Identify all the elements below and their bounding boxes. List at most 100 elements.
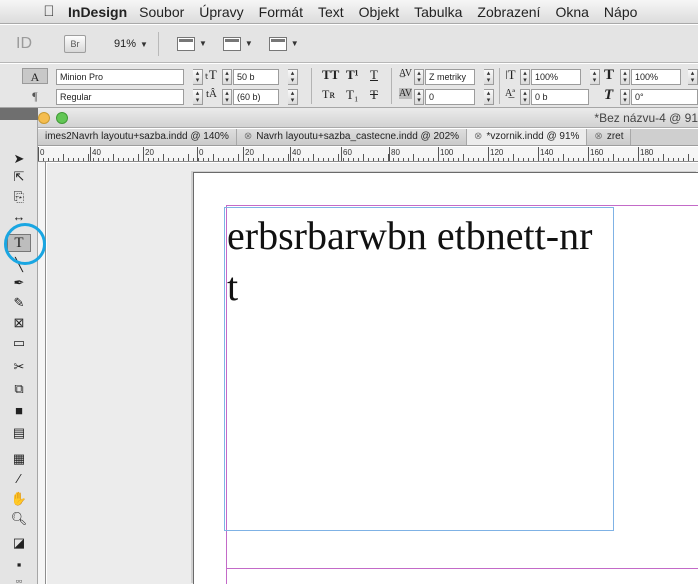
ruler-minor-tick xyxy=(308,158,309,161)
minimize-window-button[interactable] xyxy=(38,112,50,124)
font-family-field[interactable]: Minion Pro xyxy=(56,69,184,85)
apple-menu-icon[interactable]:  xyxy=(34,3,64,20)
baseline-shift-field[interactable]: 0 b xyxy=(531,89,589,105)
zoom-tool-icon[interactable]: 🔍︎ xyxy=(7,510,31,528)
baseline-shift-stepper[interactable]: ▴ ▾ xyxy=(520,89,530,105)
menu-zobrazeni[interactable]: Zobrazení xyxy=(477,4,540,20)
frame-text-content[interactable]: erbsrbarwbn etbnett-nr t xyxy=(225,210,613,312)
document-tab-active[interactable]: ⊗ *vzornik.indd @ 91% xyxy=(467,129,588,145)
leading-dropdown[interactable]: ▴ ▾ xyxy=(288,89,298,105)
panel-grip[interactable] xyxy=(0,108,38,120)
tracking-stepper[interactable]: ▴ ▾ xyxy=(414,89,424,105)
document-title: *Bez názvu-4 @ 91 xyxy=(594,111,698,125)
menu-app-name[interactable]: InDesign xyxy=(68,4,127,20)
ruler-minor-tick xyxy=(213,154,214,161)
skew-stepper[interactable]: ▴ ▾ xyxy=(620,89,630,105)
horizontal-scale-dropdown[interactable]: ▴ ▾ xyxy=(688,69,698,85)
view-options-icon[interactable] xyxy=(176,36,195,51)
fill-stroke-icon[interactable]: ◪ xyxy=(7,534,31,552)
direct-selection-tool-icon[interactable]: ⇱ xyxy=(7,168,31,186)
ruler-minor-tick xyxy=(533,158,534,161)
ruler-minor-tick xyxy=(453,158,454,161)
all-caps-icon[interactable]: TT xyxy=(322,67,339,83)
character-mode-button[interactable]: A xyxy=(22,68,48,84)
document-tab[interactable]: ⊗ zret xyxy=(587,129,632,145)
subscript-icon[interactable]: T₁ xyxy=(346,87,358,103)
close-tab-icon[interactable]: ⊗ xyxy=(244,131,252,142)
menu-okna[interactable]: Okna xyxy=(555,4,588,20)
ruler-minor-tick xyxy=(473,158,474,161)
font-family-dropdown[interactable]: ▴ ▾ xyxy=(193,69,203,85)
ruler-minor-tick xyxy=(573,158,574,161)
ruler-minor-tick xyxy=(578,158,579,161)
document-tab[interactable]: ⊗ Navrh layoutu+sazba_castecne.indd @ 202… xyxy=(236,129,468,145)
skew-field[interactable]: 0° xyxy=(631,89,698,105)
text-frame[interactable]: erbsrbarwbn etbnett-nr t xyxy=(224,207,614,531)
ruler-minor-tick xyxy=(338,154,339,161)
zoom-window-button[interactable] xyxy=(56,112,68,124)
font-style-dropdown[interactable]: ▴ ▾ xyxy=(193,89,203,105)
horizontal-scale-field[interactable]: 100% xyxy=(631,69,681,85)
font-style-field[interactable]: Regular xyxy=(56,89,184,105)
close-tab-icon[interactable]: ⊗ xyxy=(474,131,482,142)
paragraph-mode-button[interactable]: ¶ xyxy=(22,88,48,104)
menu-text[interactable]: Text xyxy=(318,4,344,20)
pencil-tool-icon[interactable]: ✎ xyxy=(7,294,31,312)
vertical-scale-stepper[interactable]: ▴ ▾ xyxy=(520,69,530,85)
ruler-minor-tick xyxy=(443,158,444,161)
tab-label: imes2Navrh layoutu+sazba.indd @ 140% xyxy=(45,131,229,142)
rectangle-tool-icon[interactable]: ▭ xyxy=(7,334,31,352)
kerning-stepper[interactable]: ▴ ▾ xyxy=(414,69,424,85)
menu-format[interactable]: Formát xyxy=(259,4,303,20)
font-size-stepper[interactable]: ▴ ▾ xyxy=(222,69,232,85)
leading-stepper[interactable]: ▴ ▾ xyxy=(222,89,232,105)
kerning-icon: A̲V xyxy=(399,68,413,79)
free-transform-tool-icon[interactable]: ⧉ xyxy=(7,380,31,398)
ruler-minor-tick xyxy=(113,154,114,161)
bridge-button[interactable]: Br xyxy=(64,34,86,53)
font-size-dropdown[interactable]: ▴ ▾ xyxy=(288,69,298,85)
gradient-feather-tool-icon[interactable]: ▤ xyxy=(7,424,31,442)
note-tool-icon[interactable]: ▦ xyxy=(7,450,31,468)
superscript-icon[interactable]: T¹ xyxy=(346,67,359,83)
ruler-minor-tick xyxy=(688,154,689,161)
close-tab-icon[interactable]: ⊗ xyxy=(594,131,602,142)
eyedropper-tool-icon[interactable]: ⁄ xyxy=(7,470,31,488)
divider xyxy=(499,68,500,104)
scissors-tool-icon[interactable]: ✂ xyxy=(7,358,31,376)
arrange-documents-icon[interactable] xyxy=(268,36,287,51)
strikethrough-icon[interactable]: T xyxy=(370,87,378,103)
menu-upravy[interactable]: Úpravy xyxy=(199,4,243,20)
selection-tool-icon[interactable]: ➤ xyxy=(7,150,31,168)
menu-objekt[interactable]: Objekt xyxy=(359,4,399,20)
menu-soubor[interactable]: Soubor xyxy=(139,4,184,20)
font-size-field[interactable]: 50 b xyxy=(233,69,279,85)
underline-icon[interactable]: T xyxy=(370,67,378,83)
horizontal-ruler[interactable]: 0 40 20 0 20 40 60 80 100 120 140 160 180 xyxy=(38,147,698,162)
menu-tabulka[interactable]: Tabulka xyxy=(414,4,462,20)
view-mode-icon[interactable]: ▫▫ xyxy=(7,572,31,584)
gradient-swatch-tool-icon[interactable]: ■ xyxy=(7,402,31,420)
ruler-minor-tick xyxy=(178,158,179,161)
ruler-minor-tick xyxy=(313,154,314,161)
small-caps-icon[interactable]: Tʀ xyxy=(322,87,335,102)
screen-mode-icon[interactable] xyxy=(222,36,241,51)
vertical-scale-field[interactable]: 100% xyxy=(531,69,581,85)
menu-napoveda[interactable]: Nápo xyxy=(604,4,637,20)
horizontal-scale-stepper[interactable]: ▴ ▾ xyxy=(620,69,630,85)
hand-tool-icon[interactable]: ✋ xyxy=(7,490,31,508)
ruler-minor-tick xyxy=(388,154,389,161)
document-tab[interactable]: imes2Navrh layoutu+sazba.indd @ 140% xyxy=(38,129,237,145)
pen-tool-icon[interactable]: ✒ xyxy=(7,274,31,292)
kerning-field[interactable]: Z metriky xyxy=(425,69,475,85)
vertical-ruler[interactable] xyxy=(38,162,46,584)
tracking-dropdown[interactable]: ▴ ▾ xyxy=(484,89,494,105)
leading-field[interactable]: (60 b) xyxy=(233,89,279,105)
ruler-minor-tick xyxy=(398,158,399,161)
page-tool-icon[interactable]: ⎘ xyxy=(7,188,31,206)
vertical-scale-dropdown[interactable]: ▴ ▾ xyxy=(590,69,600,85)
zoom-level-select[interactable]: 91% ▼ xyxy=(114,38,148,50)
rectangle-frame-tool-icon[interactable]: ⊠ xyxy=(7,314,31,332)
kerning-dropdown[interactable]: ▴ ▾ xyxy=(484,69,494,85)
tracking-field[interactable]: 0 xyxy=(425,89,475,105)
